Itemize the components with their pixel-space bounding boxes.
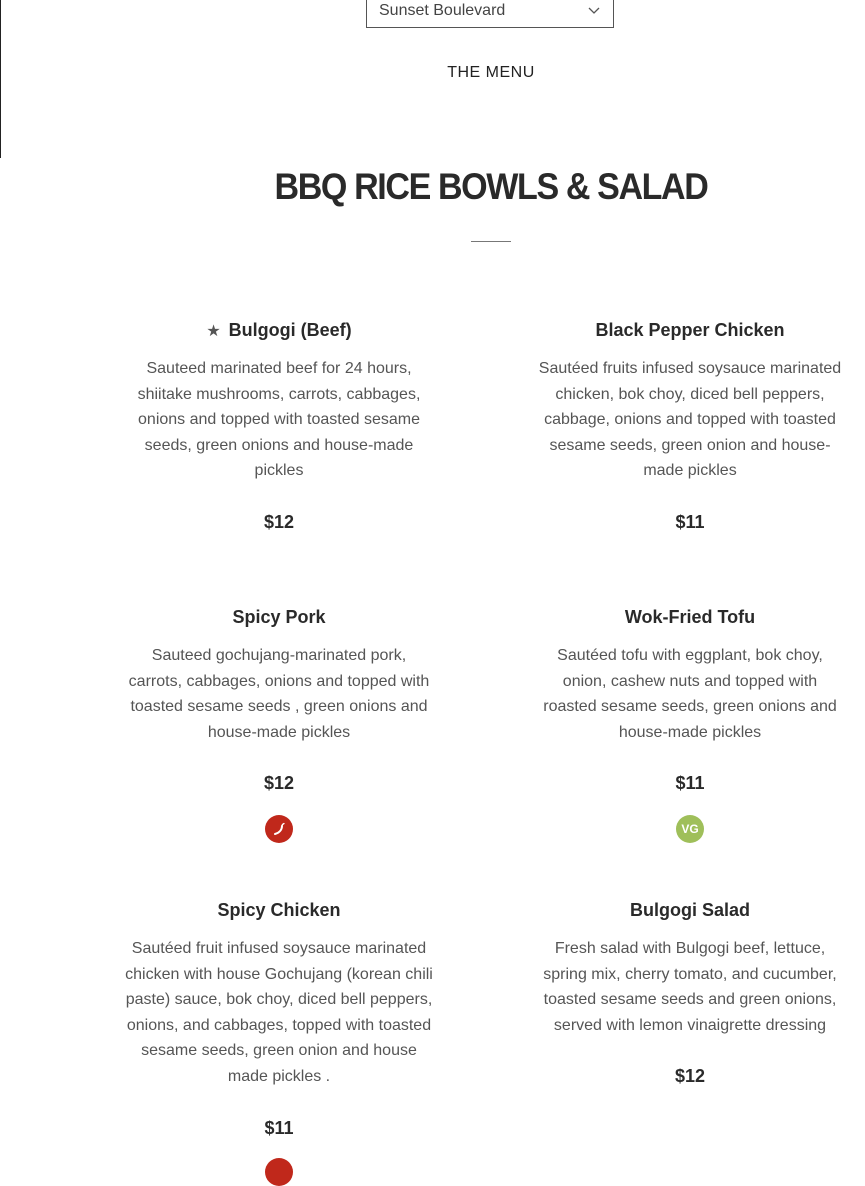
chevron-down-icon [588,7,600,14]
item-name-text: Black Pepper Chicken [595,320,785,340]
pepper-glyph [274,822,285,835]
item-name: Bulgogi Salad [535,899,845,921]
item-description: Sauteed gochujang-marinated pork, carrot… [128,647,430,741]
item-description: Sautéed tofu with eggplant, bok choy, on… [543,647,837,741]
item-name-text: Spicy Pork [232,607,326,627]
item-name-text: Spicy Chicken [217,900,341,920]
spicy-pepper-icon [265,1158,293,1186]
item-price: $11 [264,1118,294,1138]
item-description: Sautéed fruits infused soysauce marinate… [538,360,842,480]
vegan-icon: VG [676,815,704,843]
item-name: Spicy Chicken [124,899,434,921]
nav-menu-link[interactable]: THE MENU [0,64,865,82]
item-description: Fresh salad with Bulgogi beef, lettuce, … [543,940,837,1034]
item-name-text: Bulgogi Salad [629,900,750,920]
title-divider [471,241,511,242]
item-name: Spicy Pork [124,606,434,628]
location-select-value: Sunset Boulevard [379,2,506,19]
menu-item: Bulgogi Salad Fresh salad with Bulgogi b… [535,899,845,1099]
menu-item: Black Pepper Chicken Sautéed fruits infu… [535,319,845,549]
item-name: ★ Bulgogi (Beef) [124,319,434,341]
item-name: Wok-Fried Tofu [535,606,845,628]
menu-item: Spicy Chicken Sautéed fruit infused soys… [124,899,434,1186]
item-description: Sautéed fruit infused soysauce marinated… [125,940,433,1085]
section-title: BBQ RICE BOWLS & SALAD [274,166,709,207]
menu-item: Spicy Pork Sauteed gochujang-marinated p… [124,606,434,856]
item-price: $11 [675,512,705,532]
item-price: $11 [675,773,705,793]
spicy-pepper-icon [265,815,293,843]
item-name-text: Wok-Fried Tofu [624,607,756,627]
item-price: $12 [674,1066,706,1086]
menu-item: Wok-Fried Tofu Sautéed tofu with eggplan… [535,606,845,856]
item-name: Black Pepper Chicken [535,319,845,341]
star-icon: ★ [206,323,221,340]
location-select[interactable]: Sunset Boulevard [366,0,614,28]
item-price: $12 [263,512,295,532]
menu-item: ★ Bulgogi (Beef) Sauteed marinated beef f… [124,319,434,549]
item-name-text: Bulgogi (Beef) [228,320,352,340]
item-price: $12 [263,773,295,793]
item-description: Sauteed marinated beef for 24 hours, shi… [137,360,421,480]
